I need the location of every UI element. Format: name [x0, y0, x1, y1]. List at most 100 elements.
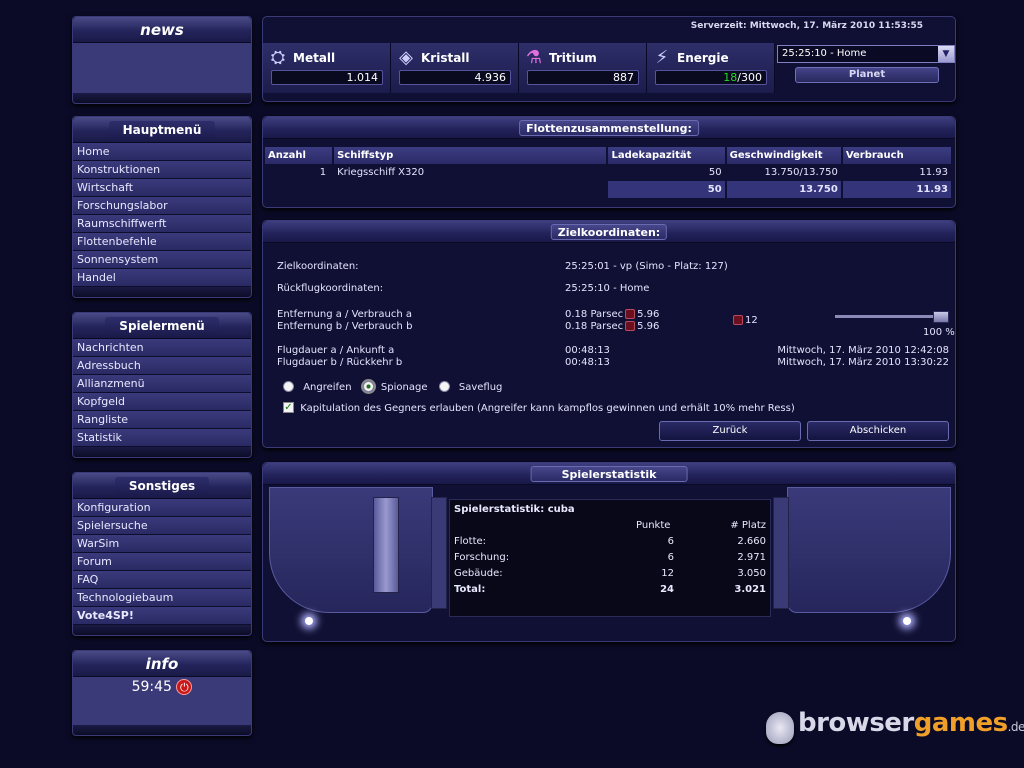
info-panel: info 59:45 ⏻	[72, 650, 252, 736]
extra-value: 12	[745, 315, 758, 326]
col-anzahl: Anzahl	[265, 147, 335, 164]
menu-item-konfiguration[interactable]: Konfiguration	[73, 499, 251, 517]
news-body	[73, 43, 251, 93]
menu-item-wirtschaft[interactable]: Wirtschaft	[73, 179, 251, 197]
lamp-icon	[903, 617, 911, 625]
menu-item-technologiebaum[interactable]: Technologiebaum	[73, 589, 251, 607]
watermark-part3: .de	[1007, 720, 1024, 734]
info-header: info	[73, 651, 251, 677]
resource-value: 18/300	[655, 70, 767, 85]
col-geschwindigkeit: Geschwindigkeit	[725, 147, 843, 164]
info-body: 59:45 ⏻	[73, 677, 251, 725]
radio-spionage[interactable]	[362, 381, 374, 392]
slider-handle[interactable]	[933, 311, 949, 323]
flug-a-label: Flugdauer a / Ankunft a	[277, 345, 395, 356]
menu-item-vote4sp[interactable]: Vote4SP!	[73, 607, 251, 625]
sum-lade: 50	[607, 181, 727, 198]
sonstiges-list: Konfiguration Spielersuche WarSim Forum …	[73, 499, 251, 625]
extra-row: 12	[731, 315, 758, 326]
menu-item-forschungslabor[interactable]: Forschungslabor	[73, 197, 251, 215]
metal-icon: ⛭	[270, 47, 286, 68]
menu-item-raumschiffwerft[interactable]: Raumschiffwerft	[73, 215, 251, 233]
chevron-down-icon[interactable]: ▼	[938, 46, 954, 62]
power-icon[interactable]: ⏻	[176, 679, 193, 695]
menu-item-spielersuche[interactable]: Spielersuche	[73, 517, 251, 535]
rueck-label: Rückflugkoordinaten:	[277, 283, 384, 294]
stats-box: Spielerstatistik: cuba Punkte # Platz Fl…	[449, 499, 771, 617]
stat-label: Forschung:	[454, 552, 510, 563]
table-header: Anzahl Schiffstyp Ladekapazität Geschwin…	[265, 147, 954, 164]
news-title: news	[140, 20, 184, 39]
cell-verbrauch: 11.93	[841, 164, 954, 181]
planet-button[interactable]: Planet	[795, 67, 939, 83]
watermark-part1: browser	[798, 708, 914, 738]
resource-name: Energie	[677, 51, 729, 65]
menu-item-faq[interactable]: FAQ	[73, 571, 251, 589]
spielermenu-header: Spielermenü	[73, 313, 251, 339]
stat-rank: 3.050	[737, 568, 766, 579]
radio-label: Spionage	[380, 381, 428, 393]
menu-item-sonnensystem[interactable]: Sonnensystem	[73, 251, 251, 269]
planet-dropdown[interactable]: 25:25:10 - Home ▼	[777, 45, 955, 63]
stat-rank: 3.021	[734, 584, 766, 595]
energy-icon: ⚡	[655, 47, 669, 68]
hauptmenu-list: Home Konstruktionen Wirtschaft Forschung…	[73, 143, 251, 287]
radio-angreifen[interactable]	[283, 381, 294, 392]
stat-points: 12	[661, 568, 674, 579]
ankunft-a: Mittwoch, 17. März 2010 12:42:08	[777, 345, 949, 356]
server-time: Serverzeit: Mittwoch, 17. März 2010 11:5…	[690, 21, 923, 31]
cell-anzahl: 1	[265, 164, 335, 181]
stat-points: 6	[667, 536, 674, 547]
stats-panel: Spielerstatistik Spielerstatistik: cuba …	[262, 462, 956, 642]
stat-points: 6	[667, 552, 674, 563]
kapitulation-row: ✓ Kapitulation des Gegners erlauben (Ang…	[283, 402, 795, 414]
sonstiges-panel: Sonstiges Konfiguration Spielersuche War…	[72, 472, 252, 636]
menu-item-konstruktionen[interactable]: Konstruktionen	[73, 161, 251, 179]
rueck-value: 25:25:10 - Home	[565, 283, 650, 294]
fleet-table: Anzahl Schiffstyp Ladekapazität Geschwin…	[265, 147, 954, 198]
entf-a-value: 0.18 Parsec	[565, 309, 624, 320]
entf-a-row: 0.18 Parsec 5.96	[565, 309, 659, 320]
spielermenu-title: Spielermenü	[105, 316, 219, 335]
menu-item-nachrichten[interactable]: Nachrichten	[73, 339, 251, 357]
back-button[interactable]: Zurück	[659, 421, 801, 441]
fleet-panel: Flottenzusammenstellung: Anzahl Schiffst…	[262, 116, 956, 208]
stat-label: Gebäude:	[454, 568, 503, 579]
entf-b-row: 0.18 Parsec 5.96	[565, 321, 659, 332]
news-panel: news	[72, 16, 252, 104]
stat-points: 24	[660, 584, 674, 595]
ziel-value: 25:25:01 - vp (Simo - Platz: 127)	[565, 261, 728, 272]
menu-item-home[interactable]: Home	[73, 143, 251, 161]
menu-item-forum[interactable]: Forum	[73, 553, 251, 571]
menu-item-warsim[interactable]: WarSim	[73, 535, 251, 553]
stat-label: Flotte:	[454, 536, 487, 547]
flug-b-label: Flugdauer b / Rückkehr b	[277, 357, 403, 368]
menu-item-flottenbefehle[interactable]: Flottenbefehle	[73, 233, 251, 251]
menu-item-rangliste[interactable]: Rangliste	[73, 411, 251, 429]
spielermenu-list: Nachrichten Adressbuch Allianzmenü Kopfg…	[73, 339, 251, 447]
planet-dropdown-value: 25:25:10 - Home	[782, 48, 867, 59]
table-row: 1 Kriegsschiff X320 50 13.750/13.750 11.…	[265, 164, 954, 181]
speed-slider[interactable]	[835, 311, 949, 323]
planet-selector: 25:25:10 - Home ▼ Planet	[777, 45, 955, 95]
col-schiffstyp: Schiffstyp	[333, 147, 609, 164]
hauptmenu-title: Hauptmenü	[108, 120, 216, 139]
menu-item-kopfgeld[interactable]: Kopfgeld	[73, 393, 251, 411]
energy-total: /300	[737, 71, 762, 84]
send-button[interactable]: Abschicken	[807, 421, 949, 441]
radio-label: Saveflug	[458, 381, 503, 393]
radio-label: Angreifen	[303, 381, 352, 393]
menu-item-allianzmenu[interactable]: Allianzmenü	[73, 375, 251, 393]
flug-b-value: 00:48:13	[565, 357, 610, 368]
kapitulation-checkbox[interactable]: ✓	[283, 402, 294, 413]
menu-item-handel[interactable]: Handel	[73, 269, 251, 287]
resource-name: Kristall	[421, 51, 470, 65]
col-verbrauch: Verbrauch	[841, 147, 954, 164]
marker-icon	[733, 315, 743, 325]
radio-saveflug[interactable]	[438, 381, 450, 392]
fleet-title: Flottenzusammenstellung:	[519, 120, 699, 136]
resource-tritium: ⚗ Tritium 887	[519, 43, 647, 93]
menu-item-statistik[interactable]: Statistik	[73, 429, 251, 447]
menu-item-adressbuch[interactable]: Adressbuch	[73, 357, 251, 375]
col-rank: # Platz	[730, 520, 766, 531]
